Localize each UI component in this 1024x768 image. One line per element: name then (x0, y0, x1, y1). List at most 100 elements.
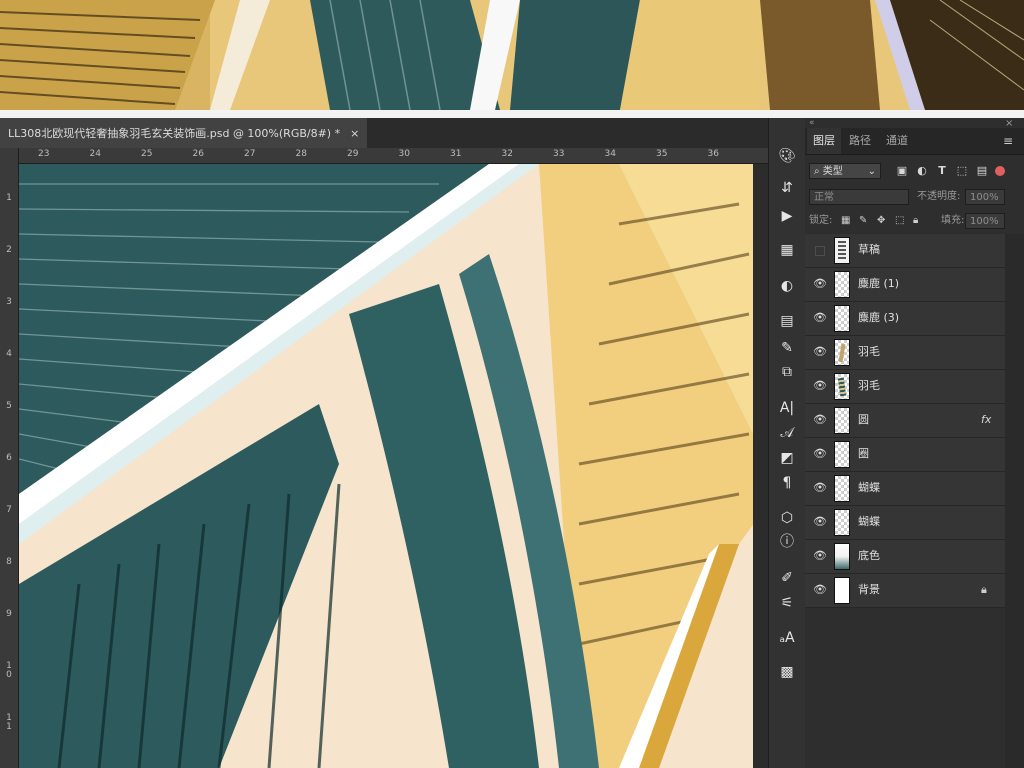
ruler-tick-label: 9 (6, 609, 12, 619)
layer-name[interactable]: 底色 (858, 549, 880, 563)
lock-move-icon[interactable]: ✥ (877, 213, 885, 229)
tab-layers[interactable]: 图层 (807, 128, 841, 154)
collapse-icon[interactable]: « (809, 118, 815, 128)
layer-name[interactable]: 背景 (858, 583, 880, 597)
brushes-icon[interactable]: ⚟ (777, 593, 797, 613)
layer-thumbnail (834, 407, 850, 434)
lock-paint-icon[interactable]: ✎ (859, 213, 867, 229)
window-gap (0, 110, 1024, 118)
eye-icon[interactable]: 👁︎ (813, 516, 827, 528)
fill-label: 填充: (941, 215, 965, 226)
filter-toggle-icon[interactable] (995, 166, 1005, 176)
eye-icon[interactable]: 👁︎ (813, 380, 827, 392)
document-tab[interactable]: LL308北欧现代轻奢抽象羽毛玄关装饰画.psd @ 100%(RGB/8#) … (0, 118, 368, 148)
document-canvas[interactable] (19, 164, 768, 768)
layer-row[interactable]: 👁︎ 羽毛 (805, 370, 1005, 404)
info-icon[interactable]: ⓘ (777, 532, 797, 552)
lock-all-icon[interactable]: 🔒︎ (913, 213, 918, 229)
visibility-toggle[interactable] (815, 246, 825, 256)
filter-adjustment-icon[interactable]: ◐ (915, 164, 929, 178)
layer-row[interactable]: 草稿 (805, 234, 1005, 268)
character-icon[interactable]: A| (777, 398, 797, 418)
tab-paths[interactable]: 路径 (843, 128, 877, 154)
paragraph-icon[interactable]: ¶ (777, 473, 797, 493)
layer-row[interactable]: 👁︎ 蝴蝶 (805, 472, 1005, 506)
styles-icon[interactable]: ◩ (777, 448, 797, 468)
eye-icon[interactable]: 👁︎ (813, 278, 827, 290)
layer-thumbnail (834, 543, 850, 570)
layer-thumbnail (834, 441, 850, 468)
layer-row[interactable]: 👁︎ 蝴蝶 (805, 506, 1005, 540)
layer-row[interactable]: 👁︎ 麋鹿 (3) (805, 302, 1005, 336)
ruler-tick-label: 33 (553, 149, 565, 159)
lock-artboard-icon[interactable]: ⬚ (895, 213, 904, 229)
eye-icon[interactable]: 👁︎ (813, 312, 827, 324)
ruler-tick-label: 31 (450, 149, 462, 159)
fill-field[interactable]: 100% (965, 213, 1005, 229)
eye-icon[interactable]: 👁︎ (813, 550, 827, 562)
layer-name[interactable]: 圆 (858, 413, 869, 427)
ruler-tick-label: 5 (6, 401, 12, 411)
properties-icon[interactable]: ▤ (777, 311, 797, 331)
layer-row[interactable]: 👁︎ 圆 fx (805, 404, 1005, 438)
blend-row: 正常 不透明度: 100% (805, 186, 1024, 208)
eye-icon[interactable]: 👁︎ (813, 584, 827, 596)
feather-preview-art (0, 0, 1024, 110)
history-icon[interactable]: ⧉ (777, 362, 797, 382)
palette-icon[interactable]: 🎨︎ (777, 146, 797, 166)
eye-icon[interactable]: 👁︎ (813, 448, 827, 460)
panel-scrollbar[interactable] (1005, 234, 1024, 768)
layer-name[interactable]: 麋鹿 (1) (858, 277, 899, 291)
layer-name[interactable]: 麋鹿 (3) (858, 311, 899, 325)
3d-icon[interactable]: ⬡ (777, 508, 797, 528)
layer-row[interactable]: 👁︎ 背景 🔒︎ (805, 574, 1005, 608)
brush-settings-icon[interactable]: ✐ (777, 568, 797, 588)
layer-name[interactable]: 蝴蝶 (858, 515, 880, 529)
lock-icon: 🔒︎ (981, 583, 987, 596)
opacity-field[interactable]: 100% (965, 189, 1005, 205)
eye-icon[interactable]: 👁︎ (813, 414, 827, 426)
lock-label: 锁定: (809, 215, 833, 226)
layer-thumbnail (834, 509, 850, 536)
layers-panel: « × 图层 路径 通道 ≡ ⌕ 类型 ⌄ ▣ ◐ T ⬚ ▤ 正常 不透明度: … (805, 118, 1024, 768)
swatches-icon[interactable]: ▩ (777, 662, 797, 682)
filter-shape-icon[interactable]: ⬚ (955, 164, 969, 178)
opacity-value: 100% (970, 192, 999, 203)
lock-transparency-icon[interactable]: ▦ (841, 213, 850, 229)
layer-thumbnail (834, 475, 850, 502)
layer-name[interactable]: 蝴蝶 (858, 481, 880, 495)
ruler-tick-label: 1 0 (6, 661, 12, 680)
layer-row[interactable]: 👁︎ 麋鹿 (1) (805, 268, 1005, 302)
blend-mode-select[interactable]: 正常 (809, 189, 909, 205)
opacity-label: 不透明度: (917, 191, 961, 202)
filter-pixel-icon[interactable]: ▣ (895, 164, 909, 178)
layer-name[interactable]: 羽毛 (858, 345, 880, 359)
char-styles-icon[interactable]: ₐA (777, 628, 797, 648)
panel-menu-icon[interactable]: ≡ (1003, 134, 1013, 148)
layer-comps-icon[interactable]: ⇵ (777, 178, 797, 198)
layer-effects-icon[interactable]: fx (981, 413, 991, 426)
play-icon[interactable]: ▶ (777, 206, 797, 226)
close-icon[interactable]: × (350, 127, 359, 140)
glyphs-icon[interactable]: 𝒜 (777, 423, 797, 443)
layer-name[interactable]: 草稿 (858, 243, 880, 257)
document-tab-bar: LL308北欧现代轻奢抽象羽毛玄关装饰画.psd @ 100%(RGB/8#) … (0, 118, 768, 149)
filter-type-icon[interactable]: T (935, 164, 949, 178)
ruler-origin[interactable] (0, 148, 18, 163)
eye-icon[interactable]: 👁︎ (813, 346, 827, 358)
layer-row[interactable]: 👁︎ 羽毛 (805, 336, 1005, 370)
layer-thumbnail (834, 339, 850, 366)
adjustments-icon[interactable]: ◐ (777, 276, 797, 296)
eye-icon[interactable]: 👁︎ (813, 482, 827, 494)
notes-icon[interactable]: ✎ (777, 338, 797, 358)
filter-smartobject-icon[interactable]: ▤ (975, 164, 989, 178)
layer-row[interactable]: 👁︎ 圈 (805, 438, 1005, 472)
layer-name[interactable]: 圈 (858, 447, 869, 461)
ruler-tick-label: 7 (6, 505, 12, 515)
vertical-scrollbar[interactable] (753, 164, 768, 768)
grid-icon[interactable]: ▦ (777, 240, 797, 260)
filter-kind-select[interactable]: ⌕ 类型 ⌄ (809, 163, 881, 179)
layer-name[interactable]: 羽毛 (858, 379, 880, 393)
tab-channels[interactable]: 通道 (880, 128, 914, 154)
layer-row[interactable]: 👁︎ 底色 (805, 540, 1005, 574)
